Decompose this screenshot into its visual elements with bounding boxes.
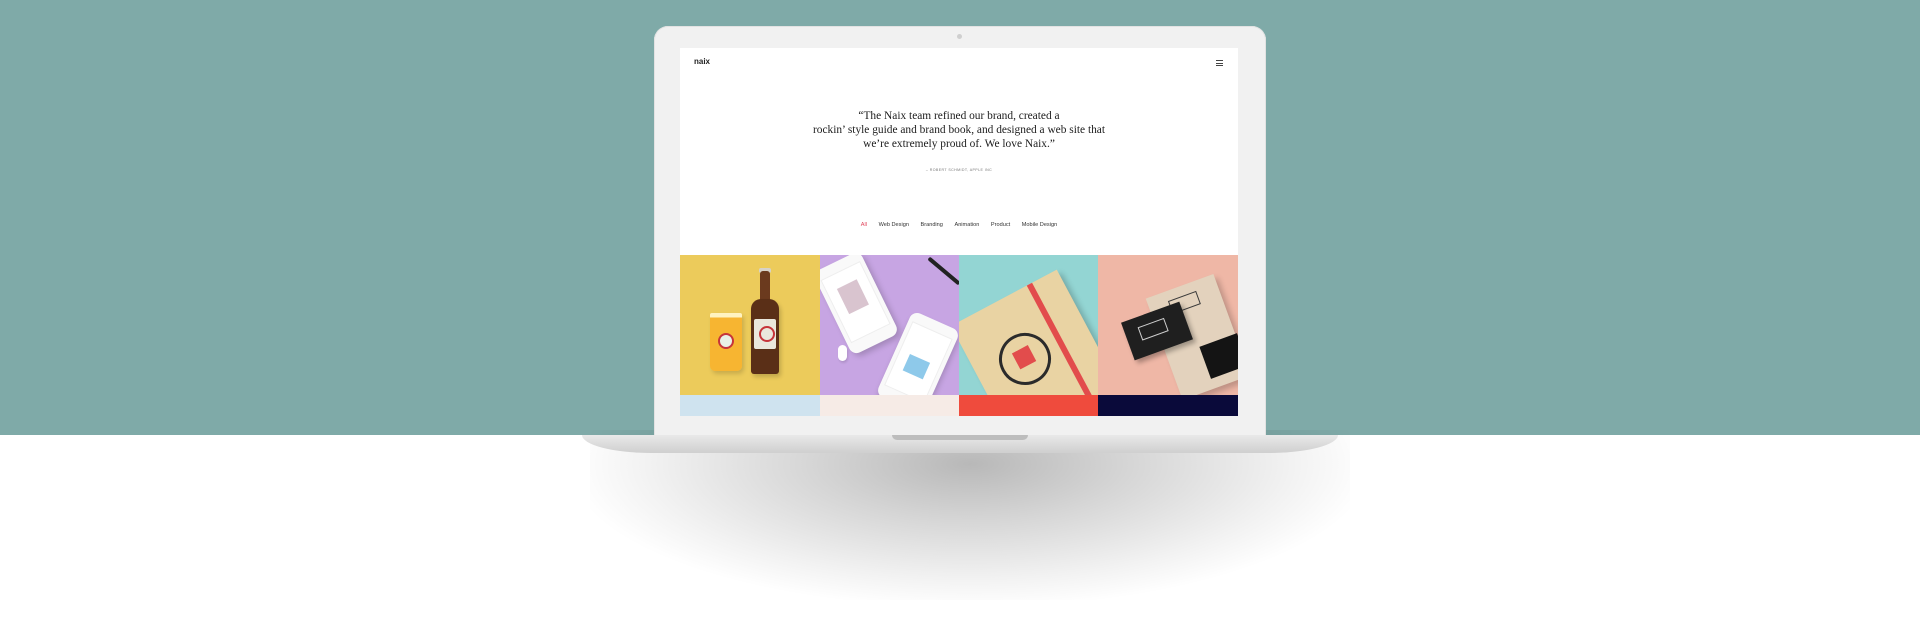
quote-line: “The Naix team refined our brand, create…: [858, 110, 1060, 122]
quote-line: we’re extremely proud of. We love Naix.”: [863, 138, 1055, 150]
bottle-neck: [760, 271, 770, 301]
portfolio-tile-row2[interactable]: [680, 395, 820, 416]
hamburger-menu-icon[interactable]: [1216, 60, 1223, 66]
portfolio-tile-beer[interactable]: [680, 255, 820, 395]
beer-bottle-image: [751, 299, 779, 374]
portfolio-filters: All Web Design Branding Animation Produc…: [680, 222, 1238, 228]
testimonial-quote: “The Naix team refined our brand, create…: [770, 109, 1148, 151]
laptop-base: [582, 435, 1338, 453]
laptop-shadow: [590, 430, 1350, 600]
site-header: naix: [680, 48, 1238, 78]
filter-mobile-design[interactable]: Mobile Design: [1022, 222, 1057, 228]
site-logo[interactable]: naix: [694, 57, 710, 66]
camera-dot: [957, 34, 962, 39]
filter-animation[interactable]: Animation: [954, 222, 979, 228]
portfolio-tile-row2[interactable]: [1098, 395, 1238, 416]
sunglasses-image: [927, 256, 959, 286]
beer-glass-image: [710, 313, 742, 371]
filter-web-design[interactable]: Web Design: [879, 222, 909, 228]
phone-mockup-image: [820, 255, 900, 356]
portfolio-tile-notebook[interactable]: [959, 255, 1098, 395]
quote-line: rockin’ style guide and brand book, and …: [812, 124, 1106, 136]
filter-branding[interactable]: Branding: [921, 222, 943, 228]
earbud-image: [838, 345, 847, 361]
portfolio-tile-phones[interactable]: [820, 255, 959, 395]
portfolio-tile-row2[interactable]: [959, 395, 1098, 416]
filter-all[interactable]: All: [861, 222, 867, 228]
testimonial-author: – ROBERT SCHMIDT, APPLE INC: [925, 168, 993, 172]
portfolio-tile-row2[interactable]: [820, 395, 959, 416]
notebook-image: [959, 269, 1098, 395]
laptop-base-notch: [892, 435, 1028, 440]
portfolio-tile-business-cards[interactable]: [1098, 255, 1238, 395]
filter-product[interactable]: Product: [991, 222, 1010, 228]
laptop-screen: naix “The Naix team refined our brand, c…: [680, 48, 1238, 416]
